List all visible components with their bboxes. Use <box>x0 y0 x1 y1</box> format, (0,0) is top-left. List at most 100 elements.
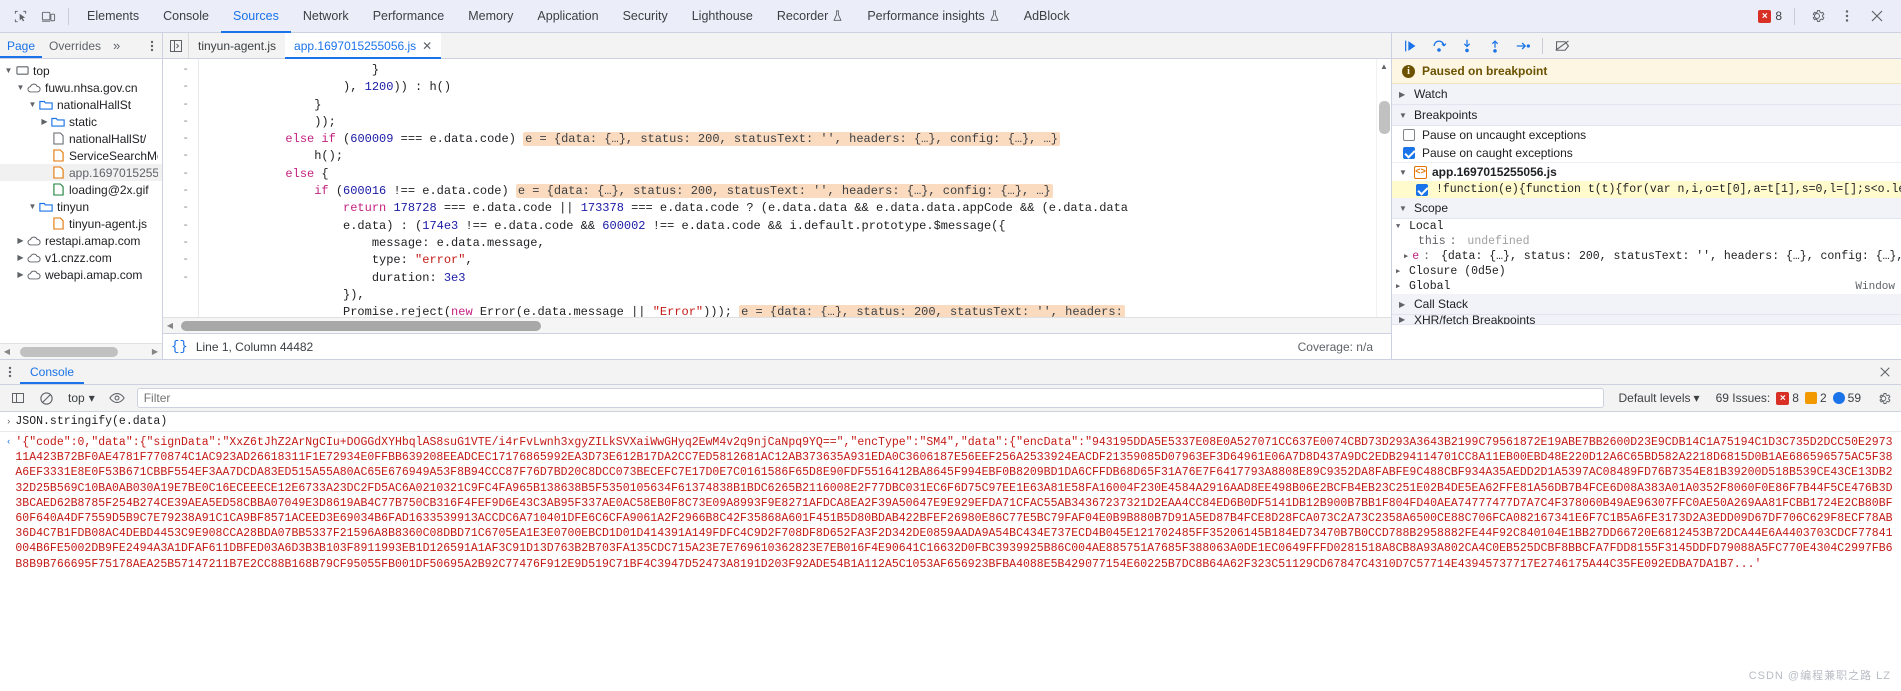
tree-item-servicesearchmod[interactable]: ServiceSearchMod <box>0 147 162 164</box>
code-line[interactable]: else if (600009 === e.data.code) e = {da… <box>199 131 1391 148</box>
navigator-more-tabs-icon[interactable]: » <box>108 33 125 58</box>
tab-memory[interactable]: Memory <box>456 0 525 33</box>
scope-group-local[interactable]: ▼ Local <box>1392 219 1901 234</box>
scope-section-header[interactable]: ▼ Scope <box>1392 198 1901 219</box>
tree-item-tinyun[interactable]: tinyun <box>0 198 162 215</box>
resume-button[interactable] <box>1398 35 1424 57</box>
chevron-down-icon[interactable] <box>27 202 38 211</box>
navigator-horizontal-scrollbar[interactable]: ◀ ▶ <box>0 343 162 359</box>
tab-security[interactable]: Security <box>611 0 680 33</box>
gear-icon[interactable] <box>1803 3 1831 29</box>
error-count-badge[interactable]: × 8 <box>1754 9 1786 23</box>
toggle-navigator-icon[interactable] <box>163 33 189 58</box>
editor-tab-tinyun-agent[interactable]: tinyun-agent.js <box>189 33 285 58</box>
tree-item-restapi-amap-com[interactable]: restapi.amap.com <box>0 232 162 249</box>
chevron-right-icon[interactable] <box>15 236 26 245</box>
tab-elements[interactable]: Elements <box>75 0 151 33</box>
code-line[interactable]: duration: 3e3 <box>199 270 1391 287</box>
pause-on-uncaught-exceptions-row[interactable]: Pause on uncaught exceptions <box>1392 126 1901 144</box>
scroll-thumb[interactable] <box>20 346 118 357</box>
close-icon[interactable] <box>1863 3 1891 29</box>
editor-vertical-scrollbar[interactable]: ▲ <box>1376 59 1391 317</box>
tree-item-v1-cnzz-com[interactable]: v1.cnzz.com <box>0 249 162 266</box>
code-line[interactable]: type: "error", <box>199 252 1391 269</box>
tree-item-tinyun-agent-js[interactable]: tinyun-agent.js <box>0 215 162 232</box>
chevron-down-icon[interactable] <box>15 83 26 92</box>
console-result-entry[interactable]: ‹ '{"code":0,"data":{"signData":"XxZ6tJh… <box>0 434 1901 573</box>
code-line[interactable]: } <box>199 62 1391 79</box>
pause-uncaught-checkbox[interactable] <box>1403 129 1415 141</box>
console-sidebar-icon[interactable] <box>6 387 30 409</box>
tree-item-fuwu-nhsa-gov-cn[interactable]: fuwu.nhsa.gov.cn <box>0 79 162 96</box>
code-content[interactable]: } ), 1200)) : h() } )); else if (600009 … <box>199 59 1391 317</box>
step-into-button[interactable] <box>1454 35 1480 57</box>
close-tab-icon[interactable]: ✕ <box>422 39 432 53</box>
drawer-menu-icon[interactable] <box>0 360 20 384</box>
chevron-right-icon[interactable] <box>39 117 50 126</box>
step-out-button[interactable] <box>1482 35 1508 57</box>
scope-group-global[interactable]: ▶ Global Window <box>1392 279 1901 294</box>
chevron-right-icon[interactable] <box>15 270 26 279</box>
scope-property-e[interactable]: ▶ e: {data: {…}, status: 200, statusText… <box>1392 249 1901 264</box>
breakpoint-enabled-checkbox[interactable] <box>1416 183 1428 196</box>
code-line[interactable]: e.data) : (174e3 !== e.data.code && 6000… <box>199 218 1391 235</box>
tree-item-loading-2x-gif[interactable]: loading@2x.gif <box>0 181 162 198</box>
scroll-thumb[interactable] <box>181 320 541 331</box>
tab-application[interactable]: Application <box>525 0 610 33</box>
line-number[interactable]: - <box>163 252 198 269</box>
pause-caught-checkbox[interactable] <box>1403 147 1415 159</box>
line-number[interactable]: - <box>163 114 198 131</box>
line-number[interactable]: - <box>163 200 198 217</box>
tab-sources[interactable]: Sources <box>220 0 291 33</box>
pause-on-caught-exceptions-row[interactable]: Pause on caught exceptions <box>1392 144 1901 162</box>
deactivate-breakpoints-button[interactable] <box>1549 35 1575 57</box>
scroll-left-icon[interactable]: ◀ <box>163 321 177 330</box>
console-input-entry[interactable]: › JSON.stringify(e.data) <box>0 414 1901 429</box>
call-stack-section-header[interactable]: ▶ Call Stack <box>1392 294 1901 315</box>
code-line[interactable]: else { <box>199 166 1391 183</box>
navigator-menu-icon[interactable] <box>142 33 162 58</box>
line-number[interactable]: - <box>163 218 198 235</box>
drawer-close-icon[interactable] <box>1869 360 1901 384</box>
console-filter-input[interactable] <box>136 388 1605 408</box>
tab-performance-insights[interactable]: Performance insights <box>855 0 1011 33</box>
breakpoint-entry-row[interactable]: !function(e){function t(t){for(var n,i,o… <box>1392 181 1901 198</box>
tab-console[interactable]: Console <box>151 0 221 33</box>
scroll-left-icon[interactable]: ◀ <box>0 347 14 356</box>
line-number[interactable]: - <box>163 235 198 252</box>
tree-item-webapi-amap-com[interactable]: webapi.amap.com <box>0 266 162 283</box>
console-issues-summary[interactable]: 69 Issues: × 8 2 59 <box>1710 391 1867 405</box>
tab-performance[interactable]: Performance <box>361 0 457 33</box>
line-number[interactable]: - <box>163 183 198 200</box>
chevron-down-icon[interactable] <box>3 66 14 75</box>
step-button[interactable] <box>1510 35 1536 57</box>
code-line[interactable]: } <box>199 97 1391 114</box>
live-expression-icon[interactable] <box>105 387 129 409</box>
line-number[interactable]: - <box>163 97 198 114</box>
breakpoints-section-header[interactable]: ▼ Breakpoints <box>1392 105 1901 126</box>
breakpoint-file-row[interactable]: ▼ <> app.1697015255056.js <box>1392 162 1901 181</box>
tab-recorder[interactable]: Recorder <box>765 0 855 33</box>
navigator-tab-overrides[interactable]: Overrides <box>42 33 108 58</box>
tab-lighthouse[interactable]: Lighthouse <box>680 0 765 33</box>
tree-item-app-169701525550[interactable]: app.169701525550 <box>0 164 162 181</box>
code-line[interactable]: }), <box>199 287 1391 304</box>
code-line[interactable]: )); <box>199 114 1391 131</box>
console-log-levels-selector[interactable]: Default levels ▾ <box>1612 391 1705 405</box>
scope-property-this[interactable]: this: undefined <box>1392 234 1901 249</box>
tab-adblock[interactable]: AdBlock <box>1012 0 1082 33</box>
chevron-down-icon[interactable] <box>27 100 38 109</box>
tab-network[interactable]: Network <box>291 0 361 33</box>
line-number[interactable]: - <box>163 79 198 96</box>
editor-tab-app-js[interactable]: app.1697015255056.js ✕ <box>285 33 442 59</box>
code-line[interactable]: message: e.data.message, <box>199 235 1391 252</box>
device-toolbar-icon[interactable] <box>34 3 62 29</box>
line-number[interactable]: - <box>163 131 198 148</box>
scroll-track[interactable] <box>177 318 1391 334</box>
tree-item-nationalhallst[interactable]: nationalHallSt <box>0 96 162 113</box>
console-context-selector[interactable]: top ▾ <box>62 388 101 408</box>
scroll-right-icon[interactable]: ▶ <box>148 347 162 356</box>
clear-console-icon[interactable] <box>34 387 58 409</box>
pretty-print-icon[interactable]: {} <box>171 339 188 355</box>
chevron-right-icon[interactable] <box>15 253 26 262</box>
